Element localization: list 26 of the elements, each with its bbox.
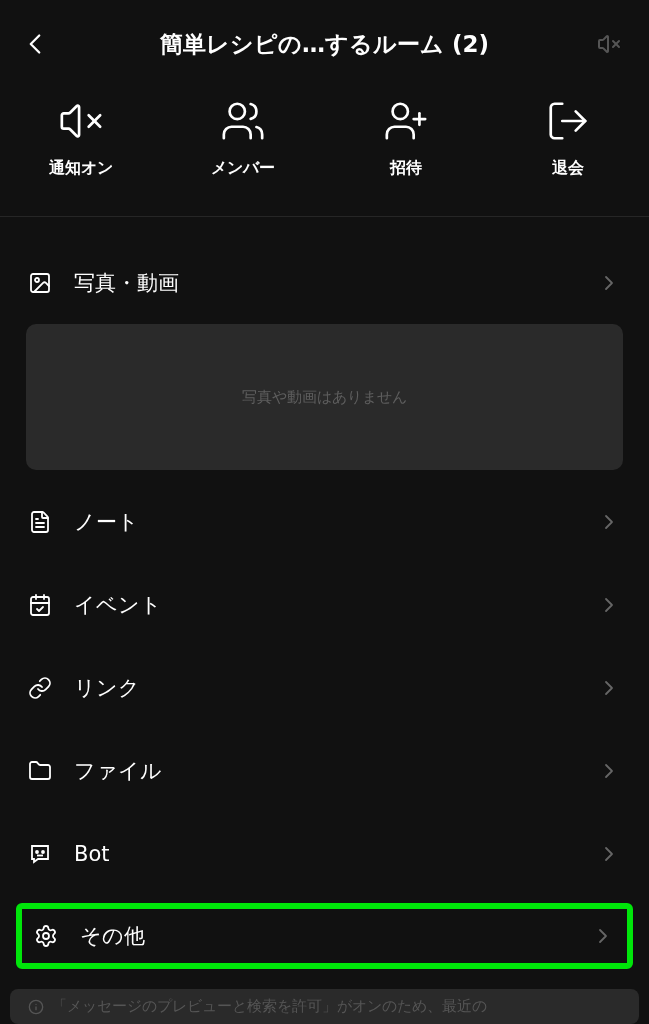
info-icon: [28, 998, 44, 1015]
menu-label: リンク: [74, 674, 141, 702]
menu-label: ファイル: [74, 757, 163, 785]
menu-label: Bot: [74, 841, 111, 866]
action-button[interactable]: メンバー: [162, 98, 325, 180]
image-icon: [28, 270, 52, 295]
menu-row[interactable]: イベント: [16, 563, 633, 646]
menu-label: 写真・動画: [74, 269, 180, 297]
menu-label: ノート: [74, 508, 140, 536]
menu-label: その他: [80, 923, 146, 950]
folder-icon: [28, 758, 52, 783]
action-button[interactable]: 退会: [486, 98, 649, 180]
menu-row[interactable]: リンク: [16, 646, 633, 729]
highlighted-menu-row[interactable]: その他: [16, 903, 633, 969]
action-button[interactable]: 招待: [324, 98, 487, 180]
document-icon: [28, 509, 52, 534]
action-button[interactable]: 通知オン: [0, 98, 163, 180]
menu-row[interactable]: Bot: [16, 812, 633, 895]
settings-icon: [34, 924, 58, 948]
menu-label: イベント: [74, 591, 163, 619]
link-icon: [28, 675, 52, 700]
menu-row[interactable]: 写真・動画: [16, 241, 633, 324]
menu-row[interactable]: ファイル: [16, 729, 633, 812]
menu-row[interactable]: ノート: [16, 480, 633, 563]
calendar-check-icon: [28, 592, 52, 617]
window-title: 簡単レシピの…するルーム (2): [158, 29, 490, 59]
